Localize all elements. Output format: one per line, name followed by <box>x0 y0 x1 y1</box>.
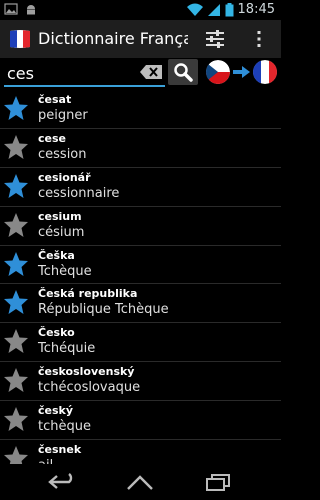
app-title: Dictionnaire Françai… <box>38 29 188 48</box>
status-bar: 18:45 <box>0 0 281 20</box>
entry-word: cesium <box>38 209 82 223</box>
recents-button[interactable] <box>198 470 238 494</box>
home-icon <box>127 475 153 490</box>
entry-translation: Tchéquie <box>38 341 96 357</box>
entry-word: cese <box>38 131 66 145</box>
entry-word: Česko <box>38 326 75 340</box>
recents-icon <box>206 474 230 491</box>
clear-button[interactable] <box>140 64 162 79</box>
french-flag-icon <box>253 60 277 84</box>
star-icon[interactable] <box>3 406 29 432</box>
android-icon <box>27 5 35 15</box>
star-icon[interactable] <box>3 367 29 393</box>
signal-icon <box>207 3 220 16</box>
flag-icon <box>10 30 30 48</box>
overflow-menu-button[interactable] <box>246 26 272 52</box>
entry-word: česnek <box>38 443 82 457</box>
list-item[interactable]: Česko Tchéquie <box>0 323 281 363</box>
list-item[interactable]: Češka Tchèque <box>0 246 281 285</box>
star-icon[interactable] <box>3 95 29 121</box>
search-button[interactable] <box>168 59 198 85</box>
entry-translation: césium <box>38 224 85 240</box>
star-icon[interactable] <box>3 289 29 315</box>
entry-translation: cession <box>38 146 87 162</box>
list-item[interactable]: česat peigner <box>0 90 281 129</box>
list-item[interactable]: cese cession <box>0 129 281 168</box>
entry-translation: tchécoslovaque <box>38 380 141 396</box>
list-item[interactable]: český tchèque <box>0 401 281 441</box>
action-bar: Dictionnaire Françai… <box>0 20 281 58</box>
overflow-menu-icon <box>257 31 261 47</box>
backspace-icon <box>140 65 162 79</box>
star-icon[interactable] <box>3 328 29 354</box>
entry-word: československý <box>38 365 135 379</box>
star-icon[interactable] <box>3 173 29 199</box>
battery-icon <box>225 2 234 16</box>
entry-word: cesionář <box>38 170 91 184</box>
clock: 18:45 <box>237 2 275 17</box>
source-language-button[interactable] <box>206 60 230 84</box>
results-list[interactable]: česat peigner cese cession cesionář cess… <box>0 90 281 464</box>
target-language-button[interactable] <box>253 60 277 84</box>
search-bar <box>0 58 281 90</box>
list-item[interactable]: cesionář cessionnaire <box>0 168 281 207</box>
star-icon[interactable] <box>3 212 29 238</box>
entry-translation: cessionnaire <box>38 185 120 201</box>
entry-translation: tchèque <box>38 419 91 435</box>
list-item[interactable]: Česká republika République Tchèque <box>0 284 281 324</box>
sliders-icon <box>206 30 224 48</box>
entry-translation: République Tchèque <box>38 302 169 318</box>
navigation-bar <box>0 464 281 500</box>
list-item[interactable]: československý tchécoslovaque <box>0 362 281 402</box>
entry-translation: peigner <box>38 108 88 123</box>
entry-word: český <box>38 404 74 418</box>
home-button[interactable] <box>120 470 160 494</box>
search-icon <box>174 63 193 82</box>
star-icon[interactable] <box>3 134 29 160</box>
entry-word: Česká republika <box>38 287 138 301</box>
back-icon <box>48 473 73 489</box>
star-icon[interactable] <box>3 251 29 277</box>
list-item[interactable]: cesium césium <box>0 207 281 246</box>
list-item[interactable]: česnek ail <box>0 440 281 464</box>
czech-flag-icon <box>206 60 230 84</box>
wifi-icon <box>186 3 203 16</box>
entry-word: Češka <box>38 248 75 262</box>
notification-image-icon <box>4 3 18 15</box>
entry-word: česat <box>38 93 72 106</box>
entry-translation: Tchèque <box>38 263 92 279</box>
settings-button[interactable] <box>202 26 228 52</box>
star-icon[interactable] <box>3 445 29 464</box>
back-button[interactable] <box>42 470 82 494</box>
arrow-right-icon <box>233 66 250 78</box>
